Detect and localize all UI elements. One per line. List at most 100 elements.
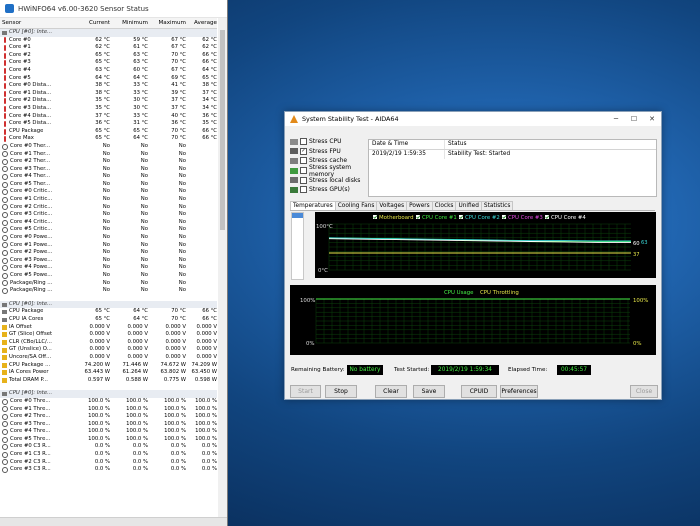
stress-option[interactable]: Stress system memory (290, 164, 370, 178)
sensor-name: IA Cores Power (9, 369, 49, 376)
sensor-row[interactable]: IA Cores Power 63.443 W 61.264 W 63.802 W 63… (0, 369, 217, 377)
sensor-row[interactable]: Core #4 Powe... No No No (0, 264, 217, 272)
start-button[interactable]: Start (290, 385, 321, 398)
sensor-row[interactable]: Core #2 Ther... No No No (0, 158, 217, 166)
sensor-row[interactable]: Core #2 65 °C 63 °C 70 °C 66 °C (0, 52, 217, 60)
sensor-row[interactable]: Core #3 Critic... No No No (0, 211, 217, 219)
close-window-button[interactable]: ✕ (643, 115, 661, 123)
sensor-row[interactable]: Package/Ring ... No No No (0, 287, 217, 295)
hwinfo-titlebar[interactable]: HWiNFO64 v6.00-3620 Sensor Status (0, 0, 227, 18)
sensor-row[interactable]: CLR (CBo/LLC/... 0.000 V 0.000 V 0.000 V 0.0… (0, 339, 217, 347)
scrollbar-thumb[interactable] (220, 30, 225, 230)
header-minimum[interactable]: Minimum (110, 18, 148, 28)
sensor-row[interactable]: Core #2 Powe... No No No (0, 249, 217, 257)
stress-checkbox[interactable] (300, 167, 307, 175)
maximize-button[interactable]: ☐ (625, 115, 643, 123)
sensor-row[interactable]: Uncore/SA Off... 0.000 V 0.000 V 0.000 V 0.0… (0, 354, 217, 362)
sensor-row[interactable]: Core #0 C3 R... 0.0 % 0.0 % 0.0 % 0.0 % (0, 443, 217, 451)
sensor-row[interactable]: IA Offset 0.000 V 0.000 V 0.000 V 0.000 V (0, 324, 217, 332)
preferences-button[interactable]: Preferences (500, 385, 538, 398)
tab-temperatures[interactable]: Temperatures (290, 201, 336, 210)
stress-option[interactable]: Stress GPU(s) (290, 185, 370, 195)
sensor-row[interactable]: Core #1 Critic... No No No (0, 196, 217, 204)
header-current[interactable]: Current (72, 18, 110, 28)
sensor-row[interactable]: Core #2 Critic... No No No (0, 204, 217, 212)
sensor-row[interactable]: Core #3 Powe... No No No (0, 257, 217, 265)
sensor-row[interactable]: Core #5 Critic... No No No (0, 226, 217, 234)
cpuid-button[interactable]: CPUID (461, 385, 497, 398)
temperature-graph-svg: Motherboard CPU Core #1 CPU Core #2 CPU Cor… (316, 215, 648, 274)
tab-voltages[interactable]: Voltages (376, 201, 408, 210)
sensor-row[interactable]: Core #3 65 °C 63 °C 70 °C 66 °C (0, 59, 217, 67)
sensor-row[interactable]: Core #1 Thre... 100.0 % 100.0 % 100.0 % 100.… (0, 406, 217, 414)
sensor-row[interactable]: Total DRAM P... 0.597 W 0.588 W 0.775 W 0.59… (0, 377, 217, 385)
tab-cooling-fans[interactable]: Cooling Fans (334, 201, 378, 210)
sensor-row[interactable]: GT (Unslice) O... 0.000 V 0.000 V 0.000 V 0.… (0, 346, 217, 354)
stress-checkbox[interactable] (300, 138, 307, 146)
sensor-name: Core #0 C3 R... (10, 443, 51, 450)
sensor-row[interactable]: Core #0 Ther... No No No (0, 143, 217, 151)
stress-option[interactable]: Stress local disks (290, 175, 370, 185)
tab-statistics[interactable]: Statistics (480, 201, 514, 210)
sensor-group-header[interactable]: CPU [#0]: Inte... (0, 390, 217, 398)
sensor-row[interactable]: Core #4 Thre... 100.0 % 100.0 % 100.0 % 100.… (0, 428, 217, 436)
sensor-row[interactable]: CPU Package 65 °C 64 °C 70 °C 66 °C (0, 308, 217, 316)
stop-button[interactable]: Stop (325, 385, 357, 398)
clear-button[interactable]: Clear (375, 385, 407, 398)
sensor-row[interactable]: Core #4 Dista... 37 °C 33 °C 40 °C 36 °C (0, 113, 217, 121)
stress-checkbox[interactable]: ✓ (300, 147, 307, 155)
sensor-row[interactable]: Core #3 Dista... 35 °C 30 °C 37 °C 34 °C (0, 105, 217, 113)
sensor-row[interactable]: Core #4 63 °C 60 °C 67 °C 64 °C (0, 67, 217, 75)
header-sensor[interactable]: Sensor (0, 18, 72, 28)
graph-list-scroll[interactable] (291, 212, 304, 280)
sensor-row[interactable]: Core #3 Thre... 100.0 % 100.0 % 100.0 % 100.… (0, 421, 217, 429)
header-average[interactable]: Average (186, 18, 217, 28)
sensor-row[interactable]: Core #4 Critic... No No No (0, 219, 217, 227)
sensor-group-header[interactable]: CPU [#0]: Inte... (0, 29, 217, 37)
sensor-row[interactable]: Core #5 Powe... No No No (0, 272, 217, 280)
sensor-scrollbar[interactable] (218, 18, 227, 519)
sensor-row[interactable]: Core #5 64 °C 64 °C 69 °C 65 °C (0, 75, 217, 83)
header-maximum[interactable]: Maximum (148, 18, 186, 28)
sensor-row[interactable]: Core #1 C3 R... 0.0 % 0.0 % 0.0 % 0.0 % (0, 451, 217, 459)
sensor-row[interactable]: Core #3 C3 R... 0.0 % 0.0 % 0.0 % 0.0 % (0, 466, 217, 474)
log-row[interactable]: 2019/2/19 1:59:35 Stability Test: Starte… (369, 150, 656, 159)
log-row-status: Stability Test: Started (448, 151, 511, 157)
sensor-row[interactable]: Core #0 Powe... No No No (0, 234, 217, 242)
stress-checkbox[interactable] (300, 186, 307, 194)
sensor-row[interactable]: Core #1 Powe... No No No (0, 242, 217, 250)
close-button[interactable]: Close (630, 385, 658, 398)
sensor-row[interactable]: Core #1 62 °C 61 °C 67 °C 62 °C (0, 44, 217, 52)
sensor-group-header[interactable]: CPU [#0]: Inte... (0, 300, 217, 309)
sensor-row[interactable]: CPU Package ... 74.200 W 71.446 W 74.672 W 7… (0, 362, 217, 370)
stress-checkbox[interactable] (300, 176, 307, 184)
sensor-row[interactable]: Package/Ring ... No No No (0, 280, 217, 288)
stress-checkbox[interactable] (300, 157, 307, 165)
sensor-row[interactable]: GT (Slice) Offset 0.000 V 0.000 V 0.000 V 0.… (0, 331, 217, 339)
sensor-row[interactable]: Core #2 Dista... 35 °C 30 °C 37 °C 34 °C (0, 97, 217, 105)
sensor-row[interactable]: Core #1 Dista... 38 °C 33 °C 39 °C 37 °C (0, 90, 217, 98)
stress-option[interactable]: Stress CPU (290, 137, 370, 147)
sensor-row[interactable]: Core #2 Thre... 100.0 % 100.0 % 100.0 % 100.… (0, 413, 217, 421)
save-button[interactable]: Save (413, 385, 445, 398)
sensor-row[interactable]: Core #0 62 °C 59 °C 67 °C 62 °C (0, 37, 217, 45)
tab-clocks[interactable]: Clocks (431, 201, 457, 210)
sensor-row[interactable]: Core #5 Thre... 100.0 % 100.0 % 100.0 % 100.… (0, 436, 217, 444)
sensor-row[interactable]: CPU Package 65 °C 65 °C 70 °C 66 °C (0, 128, 217, 136)
sensor-row[interactable]: Core #0 Thre... 100.0 % 100.0 % 100.0 % 100.… (0, 398, 217, 406)
sensor-row[interactable]: Core #0 Critic... No No No (0, 188, 217, 196)
sensor-row[interactable]: Core #3 Ther... No No No (0, 166, 217, 174)
minimize-button[interactable]: ─ (607, 115, 625, 123)
tab-unified[interactable]: Unified (455, 201, 482, 210)
sensor-row[interactable]: Core #0 Dista... 38 °C 33 °C 41 °C 38 °C (0, 82, 217, 90)
sensor-row[interactable]: Core #1 Ther... No No No (0, 151, 217, 159)
sensor-row[interactable]: Core #2 C3 R... 0.0 % 0.0 % 0.0 % 0.0 % (0, 459, 217, 467)
sensor-row[interactable]: Core #5 Ther... No No No (0, 181, 217, 189)
aida64-titlebar[interactable]: System Stability Test - AIDA64 ─ ☐ ✕ (285, 112, 661, 126)
sensor-row[interactable]: CPU IA Cores 65 °C 64 °C 70 °C 66 °C (0, 316, 217, 324)
sensor-row[interactable]: Core #4 Ther... No No No (0, 173, 217, 181)
stress-option[interactable]: ✓ Stress FPU (290, 147, 370, 157)
tab-powers[interactable]: Powers (406, 201, 433, 210)
sensor-row[interactable]: Core Max 65 °C 64 °C 70 °C 66 °C (0, 135, 217, 143)
sensor-row[interactable]: Core #5 Dista... 36 °C 31 °C 36 °C 35 °C (0, 120, 217, 128)
